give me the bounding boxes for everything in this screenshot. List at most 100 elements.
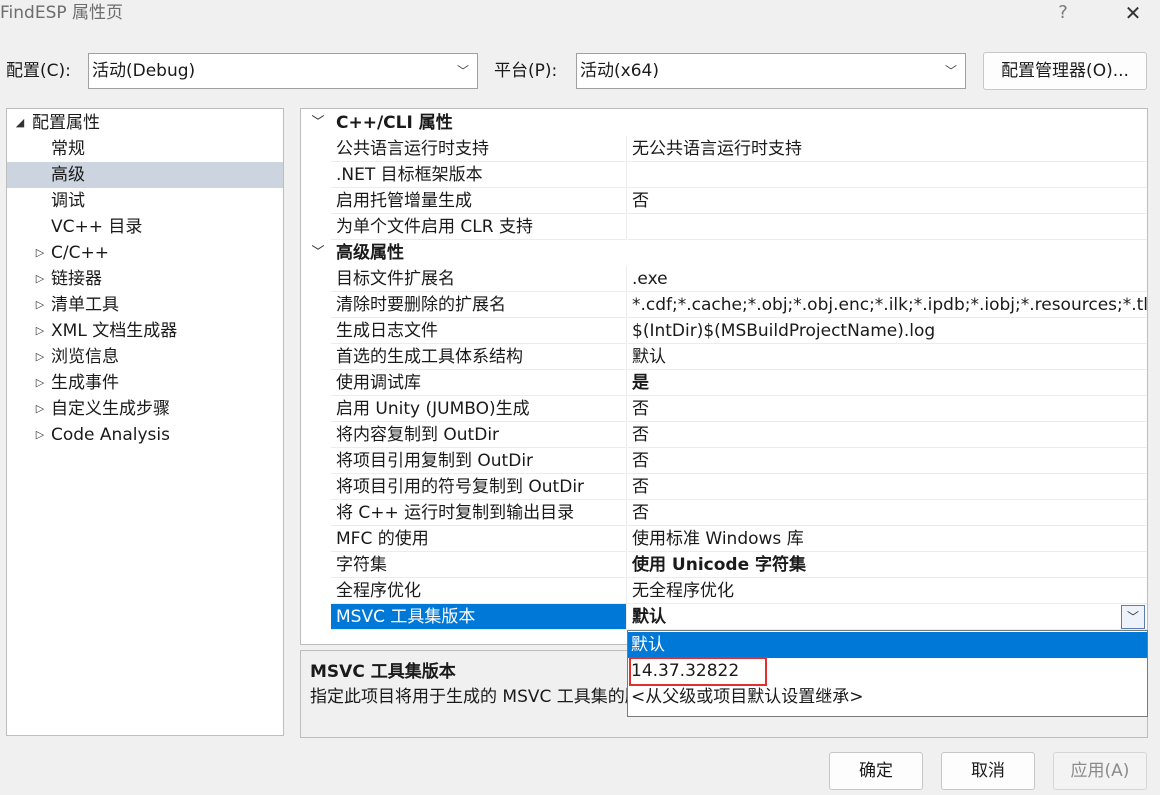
row-gutter — [301, 214, 331, 240]
close-icon[interactable]: ✕ — [1118, 0, 1148, 26]
property-value[interactable]: 是 — [628, 370, 1147, 396]
property-name[interactable]: 字符集 — [331, 552, 627, 578]
property-row[interactable]: 清除时要删除的扩展名 *.cdf;*.cache;*.obj;*.obj.enc;… — [301, 292, 1147, 318]
tree-item[interactable]: ▷ 自定义生成步骤 — [7, 396, 283, 422]
property-value[interactable]: 默认 — [628, 604, 1147, 630]
tree-item[interactable]: ▷ Code Analysis — [7, 422, 283, 448]
property-name[interactable]: 将项目引用复制到 OutDir — [331, 448, 627, 474]
apply-button[interactable]: 应用(A) — [1053, 752, 1147, 790]
property-name[interactable]: 将项目引用的符号复制到 OutDir — [331, 474, 627, 500]
dropdown-option[interactable]: 默认 — [628, 632, 1147, 658]
property-value[interactable]: 使用标准 Windows 库 — [628, 526, 1147, 552]
property-value[interactable]: 否 — [628, 500, 1147, 526]
tree-item[interactable]: 常规 — [7, 136, 283, 162]
property-value[interactable]: 无全程序优化 — [628, 578, 1147, 604]
property-name[interactable]: 启用 Unity (JUMBO)生成 — [331, 396, 627, 422]
property-value[interactable]: *.cdf;*.cache;*.obj;*.obj.enc;*.ilk;*.ip… — [628, 292, 1147, 318]
grid-category[interactable]: ﹀ C++/CLI 属性 — [301, 110, 1147, 136]
tree-item[interactable]: ▷ C/C++ — [7, 240, 283, 266]
property-name[interactable]: 首选的生成工具体系结构 — [331, 344, 627, 370]
expand-triangle-icon[interactable]: ▷ — [33, 266, 47, 292]
property-value[interactable]: 默认 — [628, 344, 1147, 370]
property-row[interactable]: 生成日志文件 $(IntDir)$(MSBuildProjectName).log — [301, 318, 1147, 344]
property-row[interactable]: 首选的生成工具体系结构 默认 — [301, 344, 1147, 370]
property-value[interactable]: $(IntDir)$(MSBuildProjectName).log — [628, 318, 1147, 344]
property-value[interactable]: 无公共语言运行时支持 — [628, 136, 1147, 162]
property-row[interactable]: MFC 的使用 使用标准 Windows 库 — [301, 526, 1147, 552]
property-name[interactable]: 将内容复制到 OutDir — [331, 422, 627, 448]
expand-triangle-icon[interactable]: ▷ — [33, 370, 47, 396]
tree-item[interactable]: ▷ XML 文档生成器 — [7, 318, 283, 344]
property-value[interactable]: 否 — [628, 448, 1147, 474]
property-name[interactable]: .NET 目标框架版本 — [331, 162, 627, 188]
tree-item-label: C/C++ — [51, 243, 109, 263]
expand-triangle-icon[interactable]: ▷ — [33, 344, 47, 370]
collapse-triangle-icon[interactable]: ◢ — [13, 110, 27, 136]
expand-triangle-icon[interactable]: ▷ — [33, 292, 47, 318]
property-row[interactable]: MSVC 工具集版本 默认 ﹀ — [301, 604, 1147, 630]
property-row[interactable]: 使用调试库是 — [301, 370, 1147, 396]
config-manager-button[interactable]: 配置管理器(O)... — [983, 52, 1147, 90]
property-name[interactable]: 清除时要删除的扩展名 — [331, 292, 627, 318]
window-title: FindESP 属性页 — [0, 3, 124, 23]
tree-item[interactable]: 高级 — [7, 162, 283, 188]
ok-button[interactable]: 确定 — [829, 752, 923, 790]
property-name[interactable]: MFC 的使用 — [331, 526, 627, 552]
config-select[interactable]: 活动(Debug) ﹀ — [88, 53, 478, 89]
property-value[interactable]: 否 — [628, 474, 1147, 500]
tree-item[interactable]: ▷ 链接器 — [7, 266, 283, 292]
property-name[interactable]: 使用调试库 — [331, 370, 627, 396]
tree-item[interactable]: ▷ 生成事件 — [7, 370, 283, 396]
tree-item[interactable]: ▷ 清单工具 — [7, 292, 283, 318]
property-value[interactable]: 否 — [628, 396, 1147, 422]
property-name[interactable]: 目标文件扩展名 — [331, 266, 627, 292]
chevron-down-icon[interactable]: ﹀ — [309, 110, 327, 136]
property-row[interactable]: 将项目引用复制到 OutDir 否 — [301, 448, 1147, 474]
property-row[interactable]: 全程序优化 无全程序优化 — [301, 578, 1147, 604]
expand-triangle-icon[interactable]: ▷ — [33, 396, 47, 422]
property-row[interactable]: 将项目引用的符号复制到 OutDir 否 — [301, 474, 1147, 500]
property-value[interactable]: 使用 Unicode 字符集 — [628, 552, 1147, 578]
property-row[interactable]: 将 C++ 运行时复制到输出目录否 — [301, 500, 1147, 526]
property-name[interactable]: 启用托管增量生成 — [331, 188, 627, 214]
dropdown-option[interactable]: <从父级或项目默认设置继承> — [628, 684, 1147, 710]
property-name[interactable]: 将 C++ 运行时复制到输出目录 — [331, 500, 627, 526]
chevron-down-icon[interactable]: ﹀ — [309, 240, 327, 266]
property-value[interactable]: 否 — [628, 188, 1147, 214]
help-icon[interactable]: ? — [1052, 0, 1074, 26]
property-value[interactable]: .exe — [628, 266, 1147, 292]
tree-item-label: 自定义生成步骤 — [51, 399, 170, 419]
row-gutter — [301, 370, 331, 396]
property-name[interactable]: 生成日志文件 — [331, 318, 627, 344]
tree-item[interactable]: 调试 — [7, 188, 283, 214]
row-gutter — [301, 474, 331, 500]
tree-item-label: 配置属性 — [32, 113, 100, 133]
property-value[interactable] — [628, 214, 1147, 240]
grid-category[interactable]: ﹀ 高级属性 — [301, 240, 1147, 266]
property-name[interactable]: 为单个文件启用 CLR 支持 — [331, 214, 627, 240]
dropdown-button-chevron-icon[interactable]: ﹀ — [1121, 605, 1145, 629]
property-row[interactable]: 将内容复制到 OutDir 否 — [301, 422, 1147, 448]
property-row[interactable]: .NET 目标框架版本 — [301, 162, 1147, 188]
expand-triangle-icon[interactable]: ▷ — [33, 422, 47, 448]
tree-item[interactable]: ▷ 浏览信息 — [7, 344, 283, 370]
property-value[interactable] — [628, 162, 1147, 188]
property-row[interactable]: 为单个文件启用 CLR 支持 — [301, 214, 1147, 240]
property-row[interactable]: 公共语言运行时支持 无公共语言运行时支持 — [301, 136, 1147, 162]
expand-triangle-icon[interactable]: ▷ — [33, 318, 47, 344]
tree-item[interactable]: VC++ 目录 — [7, 214, 283, 240]
cancel-button[interactable]: 取消 — [941, 752, 1035, 790]
expand-triangle-icon[interactable]: ▷ — [33, 240, 47, 266]
property-row[interactable]: 启用托管增量生成否 — [301, 188, 1147, 214]
property-row[interactable]: 启用 Unity (JUMBO)生成否 — [301, 396, 1147, 422]
property-value[interactable]: 否 — [628, 422, 1147, 448]
property-grid[interactable]: ﹀ C++/CLI 属性 公共语言运行时支持 无公共语言运行时支持 .NET 目标框架版… — [300, 108, 1148, 645]
property-name[interactable]: 公共语言运行时支持 — [331, 136, 627, 162]
platform-select[interactable]: 活动(x64) ﹀ — [576, 53, 966, 89]
property-row[interactable]: 目标文件扩展名 .exe — [301, 266, 1147, 292]
property-row[interactable]: 字符集 使用 Unicode 字符集 — [301, 552, 1147, 578]
property-name[interactable]: 全程序优化 — [331, 578, 627, 604]
tree-item[interactable]: ◢ 配置属性 — [7, 110, 283, 136]
property-name[interactable]: MSVC 工具集版本 — [331, 604, 627, 630]
property-tree[interactable]: ◢ 配置属性 常规 高级 调试 VC++ 目录 ▷ C/C++ ▷ 链接器 ▷ 清单工具 ▷ XML 文档… — [6, 108, 284, 736]
